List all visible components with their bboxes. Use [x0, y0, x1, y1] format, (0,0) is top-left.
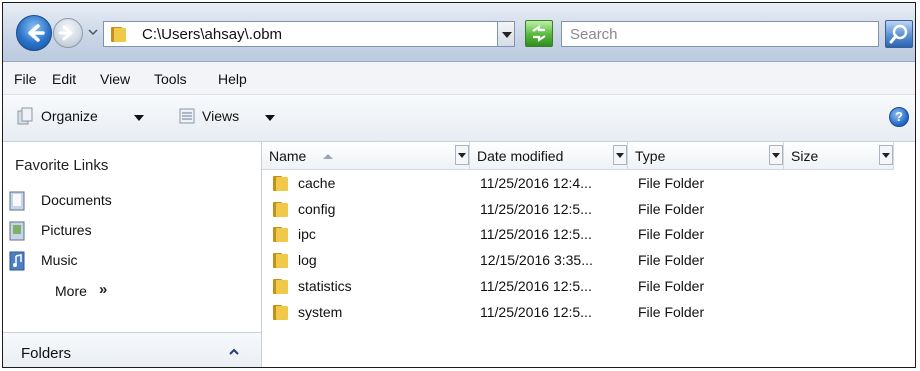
file-type: File Folder	[638, 226, 705, 243]
column-filter-dropdown[interactable]	[613, 145, 627, 165]
file-name: config	[298, 200, 336, 217]
recent-pages-chevron-icon[interactable]	[87, 25, 99, 39]
music-icon	[9, 251, 25, 271]
menu-file[interactable]: File	[14, 71, 37, 87]
file-name: cache	[298, 175, 336, 191]
organize-icon	[17, 107, 33, 125]
file-row[interactable]: cache 11/25/2016 12:4... File Folder	[262, 171, 915, 197]
column-header-size[interactable]: Size	[784, 142, 894, 170]
file-row[interactable]: log 12/15/2016 3:35... File Folder	[262, 248, 915, 274]
folder-icon	[111, 27, 126, 42]
folder-icon	[273, 304, 288, 320]
column-filter-dropdown[interactable]	[769, 145, 783, 165]
menu-tools[interactable]: Tools	[154, 71, 187, 87]
refresh-button[interactable]	[525, 20, 553, 47]
chevron-down-icon	[502, 32, 512, 38]
menu-bar: File Edit View Tools Help	[3, 62, 915, 95]
back-arrow-icon	[28, 24, 45, 42]
file-date-modified: 11/25/2016 12:5...	[480, 226, 592, 243]
forward-button[interactable]	[53, 18, 83, 48]
favorite-links-heading: Favorite Links	[15, 157, 109, 174]
command-toolbar: Organize Views ?	[3, 95, 915, 142]
column-label-name: Name	[269, 148, 307, 164]
column-label-size: Size	[791, 148, 819, 164]
file-name: system	[298, 303, 343, 320]
menu-edit[interactable]: Edit	[52, 71, 76, 87]
menu-view[interactable]: View	[100, 71, 130, 87]
folder-icon	[273, 278, 288, 294]
column-header-name[interactable]: Name	[262, 142, 470, 170]
favorite-link-label: Pictures	[41, 222, 92, 238]
folders-bar[interactable]: Folders	[3, 332, 261, 367]
column-label-date: Date modified	[477, 148, 564, 164]
search-input[interactable]: Search	[561, 21, 879, 47]
file-type: File Folder	[638, 200, 705, 217]
column-header-date-modified[interactable]: Date modified	[470, 142, 628, 170]
folder-icon	[273, 227, 288, 243]
folder-icon	[273, 253, 288, 269]
views-icon	[179, 108, 195, 124]
menu-help[interactable]: Help	[218, 71, 247, 87]
file-row[interactable]: statistics 11/25/2016 12:5... File Folder	[262, 274, 915, 300]
sort-ascending-icon	[323, 154, 333, 159]
file-name: statistics	[298, 277, 352, 294]
file-date-modified: 11/25/2016 12:5...	[480, 277, 592, 294]
folders-label: Folders	[21, 345, 72, 362]
address-path-text: C:\Users\ahsay\.obm	[142, 26, 283, 43]
column-label-type: Type	[635, 148, 666, 164]
address-bar-row: C:\Users\ahsay\.obm Search	[3, 3, 915, 62]
address-field[interactable]: C:\Users\ahsay\.obm	[103, 21, 515, 47]
chevron-down-icon	[616, 153, 624, 158]
views-label: Views	[202, 108, 240, 124]
organize-caret-icon	[134, 115, 144, 121]
address-dropdown-button[interactable]	[497, 21, 515, 47]
file-type: File Folder	[638, 175, 705, 191]
pictures-icon	[9, 221, 25, 241]
folder-icon	[273, 176, 288, 191]
refresh-icon	[532, 24, 546, 43]
file-list: Name Date modified Type Size cache 11/25/…	[262, 142, 915, 367]
search-button[interactable]	[885, 20, 913, 48]
favorite-link-documents[interactable]: Documents	[7, 190, 253, 214]
folder-icon	[273, 201, 288, 217]
chevron-up-icon	[229, 348, 239, 355]
views-caret-icon	[265, 115, 275, 121]
column-filter-dropdown[interactable]	[455, 145, 469, 165]
documents-icon	[9, 191, 25, 211]
chevron-down-icon	[458, 153, 466, 158]
back-button[interactable]	[16, 15, 52, 51]
file-date-modified: 11/25/2016 12:5...	[480, 200, 592, 217]
file-row[interactable]: ipc 11/25/2016 12:5... File Folder	[262, 222, 915, 248]
search-icon	[889, 24, 908, 44]
file-name: ipc	[298, 226, 316, 243]
file-row[interactable]: system 11/25/2016 12:5... File Folder	[262, 300, 915, 326]
explorer-window: C:\Users\ahsay\.obm Search File Edit Vie…	[2, 2, 916, 368]
file-date-modified: 11/25/2016 12:5...	[480, 303, 592, 320]
favorite-link-label: Documents	[41, 192, 112, 208]
favorite-link-label: Music	[41, 252, 78, 268]
help-icon[interactable]: ?	[889, 107, 909, 127]
chevron-down-icon	[772, 153, 780, 158]
more-chevron-icon[interactable]: »	[99, 281, 107, 298]
file-type: File Folder	[638, 277, 705, 294]
more-link[interactable]: More	[55, 283, 87, 299]
column-filter-dropdown[interactable]	[879, 145, 893, 165]
column-header-type[interactable]: Type	[628, 142, 784, 170]
file-name: log	[298, 252, 317, 269]
favorite-link-pictures[interactable]: Pictures	[7, 220, 253, 244]
file-date-modified: 11/25/2016 12:4...	[480, 175, 592, 191]
file-date-modified: 12/15/2016 3:35...	[480, 252, 593, 269]
file-row[interactable]: config 11/25/2016 12:5... File Folder	[262, 197, 915, 223]
search-placeholder: Search	[570, 26, 618, 43]
chevron-down-icon	[882, 153, 890, 158]
favorite-link-music[interactable]: Music	[7, 250, 253, 274]
file-type: File Folder	[638, 303, 705, 320]
navigation-pane: Favorite Links Documents Pictures Music …	[3, 142, 262, 367]
forward-arrow-icon	[58, 25, 73, 41]
organize-label: Organize	[41, 108, 98, 124]
file-type: File Folder	[638, 252, 705, 269]
